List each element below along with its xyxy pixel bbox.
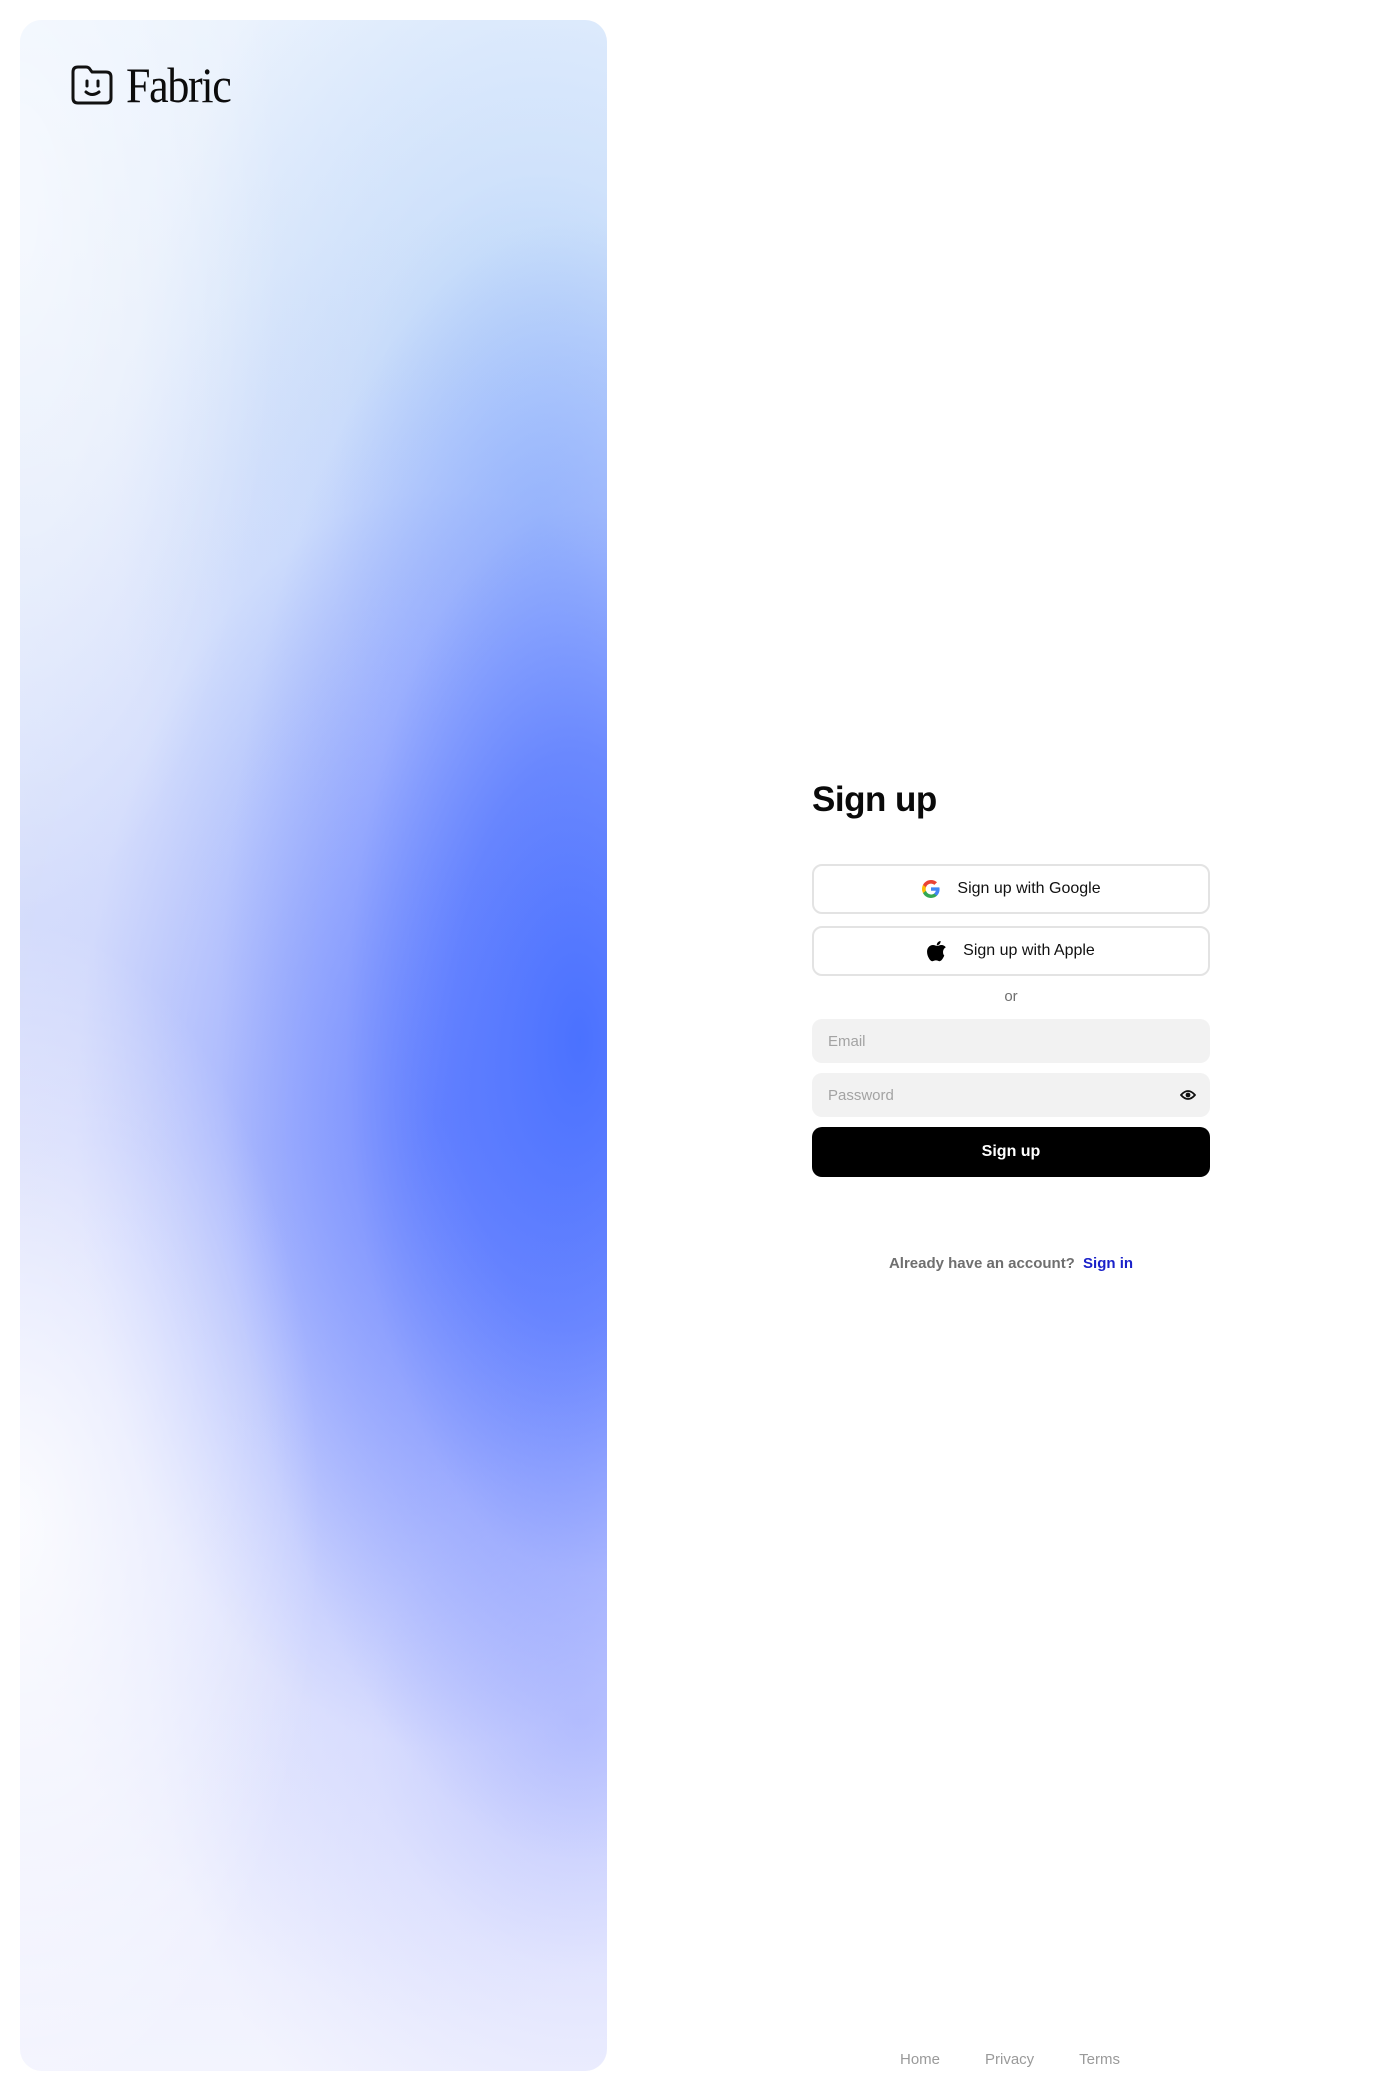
apple-signup-button[interactable]: Sign up with Apple: [812, 926, 1210, 976]
signup-form: Sign up Sign up with Google Sign up with: [812, 780, 1210, 1272]
page-title: Sign up: [812, 780, 937, 819]
eye-icon[interactable]: [1176, 1083, 1200, 1107]
signup-page: Fabric Sign up Sign up with Google Sign …: [0, 0, 1400, 2100]
signup-submit-button[interactable]: Sign up: [812, 1127, 1210, 1177]
hero-gradient-panel: Fabric: [20, 20, 607, 2071]
footer-link-terms[interactable]: Terms: [1079, 2051, 1120, 2068]
footer-link-home[interactable]: Home: [900, 2051, 940, 2068]
footer-link-privacy[interactable]: Privacy: [985, 2051, 1034, 2068]
google-icon: [921, 879, 941, 899]
account-prompt-text: Already have an account?: [888, 1255, 1075, 1272]
brand-logo[interactable]: Fabric: [68, 60, 245, 110]
apple-icon: [927, 941, 947, 962]
password-field[interactable]: [812, 1073, 1210, 1117]
or-divider: or: [1004, 988, 1018, 1005]
smiling-folder-icon: [71, 65, 113, 105]
password-field-wrap: [812, 1073, 1210, 1117]
google-signup-button[interactable]: Sign up with Google: [812, 864, 1210, 914]
email-field[interactable]: [812, 1019, 1210, 1063]
email-field-wrap: [812, 1019, 1210, 1063]
google-button-label: Sign up with Google: [957, 880, 1101, 897]
signin-link[interactable]: Sign in: [1083, 1255, 1133, 1272]
apple-button-label: Sign up with Apple: [963, 942, 1095, 959]
footer-nav: Home Privacy Terms: [900, 2051, 1120, 2068]
brand-name: Fabric: [126, 57, 232, 113]
signin-prompt: Already have an account? Sign in: [812, 1255, 1210, 1272]
